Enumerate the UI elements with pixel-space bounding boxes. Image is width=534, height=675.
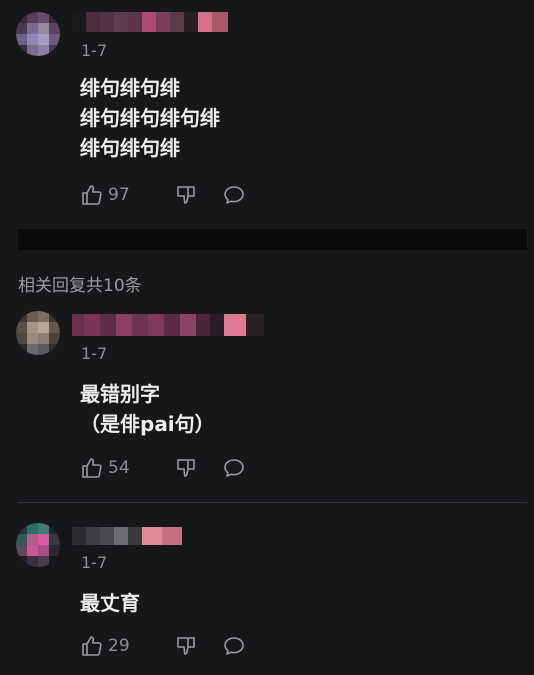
like-count: 97 <box>108 185 130 205</box>
comment-actions: 29 <box>80 632 246 660</box>
username-censored[interactable] <box>72 527 182 545</box>
like-button[interactable]: 54 <box>80 456 174 480</box>
reply-bubble-icon <box>222 634 246 658</box>
avatar[interactable] <box>16 523 60 567</box>
comment-actions: 97 <box>80 181 246 209</box>
reply-bubble-icon <box>222 456 246 480</box>
reply-separator <box>18 502 527 503</box>
username-censored[interactable] <box>72 12 228 32</box>
thumbs-up-icon <box>80 456 104 480</box>
thumbs-up-icon <box>80 634 104 658</box>
dislike-button[interactable] <box>174 634 222 658</box>
dislike-button[interactable] <box>174 456 222 480</box>
thumbs-down-icon <box>174 456 198 480</box>
thumbs-down-icon <box>174 183 198 207</box>
replies-header[interactable]: 相关回复共10条 <box>18 271 142 296</box>
dislike-button[interactable] <box>174 183 222 207</box>
reply-button[interactable] <box>222 183 246 207</box>
like-count: 54 <box>108 458 130 478</box>
comment-date: 1-7 <box>81 344 108 363</box>
reply-button[interactable] <box>222 634 246 658</box>
avatar[interactable] <box>16 311 60 355</box>
like-count: 29 <box>108 636 130 656</box>
comment-date: 1-7 <box>81 553 108 572</box>
like-button[interactable]: 29 <box>80 634 174 658</box>
comment-text: 最错别字 （是俳pai句） <box>80 382 215 436</box>
comment-thread: 1-7 绯句绯句绯 绯句绯句绯句绯 绯句绯句绯 97 相关回复共10条 1-7 … <box>0 0 534 675</box>
like-button[interactable]: 97 <box>80 183 174 207</box>
thumbs-down-icon <box>174 634 198 658</box>
avatar[interactable] <box>16 12 60 56</box>
username-censored[interactable] <box>72 314 264 336</box>
comment-date: 1-7 <box>81 41 108 60</box>
thumbs-up-icon <box>80 183 104 207</box>
reply-bubble-icon <box>222 183 246 207</box>
reply-button[interactable] <box>222 456 246 480</box>
comment-actions: 54 <box>80 454 246 482</box>
comment-text: 绯句绯句绯 绯句绯句绯句绯 绯句绯句绯 <box>80 76 220 160</box>
section-divider <box>18 229 527 250</box>
comment-text: 最丈育 <box>80 591 140 615</box>
